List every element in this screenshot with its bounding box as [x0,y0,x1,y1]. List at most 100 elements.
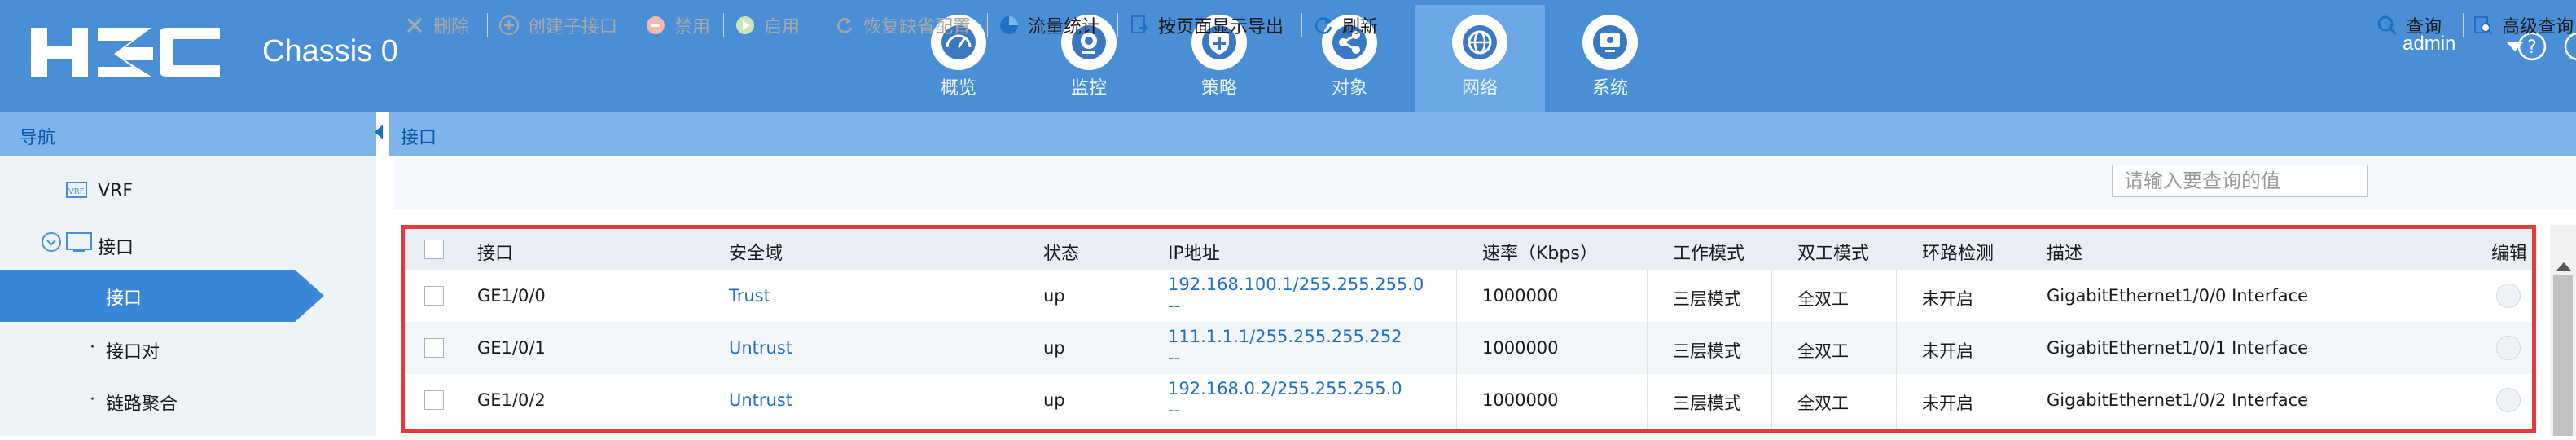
row-checkbox[interactable] [424,338,444,358]
restore-default-label: 恢复缺省配置 [863,17,972,37]
create-subinterface-button[interactable]: 创建子接口 [498,11,617,39]
toolbar-divider [487,13,488,37]
svg-text:VRF: VRF [68,187,85,196]
h3c-logo [31,28,220,77]
add-circle-icon [499,15,519,35]
column-divider [1771,270,1772,429]
cell-loop-detection: 未开启 [1922,289,1973,309]
disable-button[interactable]: 禁用 [645,11,710,39]
nav-system[interactable]: 系统 [1545,5,1675,112]
svg-text:?: ? [2527,37,2537,58]
col-description[interactable]: 描述 [2047,239,2082,265]
cell-interface: GE1/0/0 [477,286,546,306]
enable-label: 启用 [764,17,801,37]
enable-button[interactable]: 启用 [735,11,800,39]
toolbar-divider [1117,13,1118,37]
search-input[interactable] [2112,165,2368,197]
restore-default-button[interactable]: 恢复缺省配置 [834,11,971,39]
scroll-up-icon[interactable] [2556,262,2571,271]
col-loop-detection[interactable]: 环路检测 [1922,239,1994,265]
col-status[interactable]: 状态 [1043,239,1079,265]
refresh-icon [1314,17,1332,34]
nav-network[interactable]: 网络 [1415,5,1545,112]
traffic-stats-label: 流量统计 [1028,17,1100,37]
cell-status: up [1043,338,1065,358]
search-label: 查询 [2406,17,2442,37]
col-work-mode[interactable]: 工作模式 [1673,239,1744,265]
table-row[interactable]: GE1/0/0 Trust up 192.168.100.1/255.255.2… [405,270,2532,322]
cell-rate: 1000000 [1482,338,1559,358]
col-edit: 编辑 [2491,244,2528,264]
cell-work-mode: 三层模式 [1673,394,1741,413]
vrf-icon: VRF [66,182,87,198]
cell-security-zone[interactable]: Untrust [729,390,792,410]
nav-label: 监控 [1070,78,1107,99]
nav-label: 对象 [1331,78,1367,99]
toolbar-divider [1301,13,1302,37]
sidebar-item-link-aggregation[interactable]: · 链路聚合 [0,389,376,440]
disable-icon [647,16,665,34]
column-divider [1896,270,1897,429]
sidebar-item-interface-active[interactable] [0,270,295,322]
advanced-search-icon [2474,16,2493,35]
row-checkbox[interactable] [424,390,444,410]
edit-pencil-icon[interactable] [2496,336,2521,360]
delete-button[interactable]: 删除 [404,11,469,39]
export-button[interactable]: 按页面显示导出 [1129,11,1284,39]
col-duplex[interactable]: 双工模式 [1797,239,1869,265]
system-screen-icon [1582,15,1638,70]
cell-security-zone[interactable]: Trust [729,286,770,306]
table-row[interactable]: GE1/0/2 Untrust up 192.168.0.2/255.255.2… [405,374,2532,426]
cell-ip-address[interactable]: 192.168.0.2/255.255.255.0 [1168,379,1402,398]
scrollbar-thumb[interactable] [2553,275,2573,436]
cell-ip-secondary: -- [1168,296,1181,315]
refresh-label: 刷新 [1342,17,1379,37]
table-row[interactable]: GE1/0/1 Untrust up 111.1.1.1/255.255.255… [405,322,2532,374]
toolbar-divider [987,13,988,37]
nav-label: 策略 [1200,78,1237,99]
delete-label: 删除 [433,17,470,37]
sidebar-item-interface-pair[interactable]: · 接口对 [0,337,376,388]
page-title: 接口 [401,128,437,148]
disable-label: 禁用 [674,17,711,37]
cell-rate: 1000000 [1482,286,1559,306]
col-security-zone[interactable]: 安全域 [729,239,783,265]
cell-duplex: 全双工 [1797,341,1849,361]
bullet: · [90,389,95,410]
active-pointer [295,270,324,322]
cell-interface: GE1/0/1 [477,338,546,358]
cell-security-zone[interactable]: Untrust [729,338,792,358]
export-label: 按页面显示导出 [1158,17,1284,37]
sidebar-item-label: VRF [98,181,133,201]
interface-icon [66,232,92,252]
refresh-button[interactable]: 刷新 [1313,11,1378,39]
col-ip-address[interactable]: IP地址 [1168,239,1220,265]
edit-pencil-icon[interactable] [2496,388,2521,412]
traffic-stats-button[interactable]: 流量统计 [998,11,1099,39]
edit-pencil-icon[interactable] [2496,284,2521,308]
row-checkbox[interactable] [424,286,444,306]
cell-description: GigabitEthernet1/0/0 Interface [2047,286,2309,306]
cell-ip-address[interactable]: 111.1.1.1/255.255.255.252 [1168,327,1402,346]
nav-label: 系统 [1591,78,1628,99]
cell-ip-secondary: -- [1168,400,1181,420]
sidebar-header: 导航 [0,112,376,156]
nav-label: 概览 [940,78,976,99]
col-rate[interactable]: 速率（Kbps） [1482,239,1598,265]
collapse-icon[interactable] [41,231,62,253]
table-header: 接口 安全域 状态 IP地址 速率（Kbps） 工作模式 双工模式 环路检测 描… [405,229,2532,270]
sidebar-item-vrf[interactable]: VRF VRF [0,176,376,227]
content-header: 接口 [389,112,2576,156]
sidebar-item-label[interactable]: 接口 [106,284,142,310]
collapse-sidebar-icon[interactable] [375,125,383,139]
cell-loop-detection: 未开启 [1922,341,1973,361]
select-all-checkbox[interactable] [424,240,444,259]
cell-ip-address[interactable]: 192.168.100.1/255.255.255.0 [1168,275,1424,294]
advanced-search-button[interactable]: 高级查询 [2473,11,2574,39]
cell-status: up [1043,390,1065,410]
cell-duplex: 全双工 [1797,394,1849,413]
search-button[interactable]: 查询 [2376,11,2442,39]
top-bar: Chassis 0 概览 监控 策略 对象 网络 系统 admin ? [0,0,2576,112]
col-interface[interactable]: 接口 [477,239,513,265]
sidebar-title: 导航 [20,128,56,148]
